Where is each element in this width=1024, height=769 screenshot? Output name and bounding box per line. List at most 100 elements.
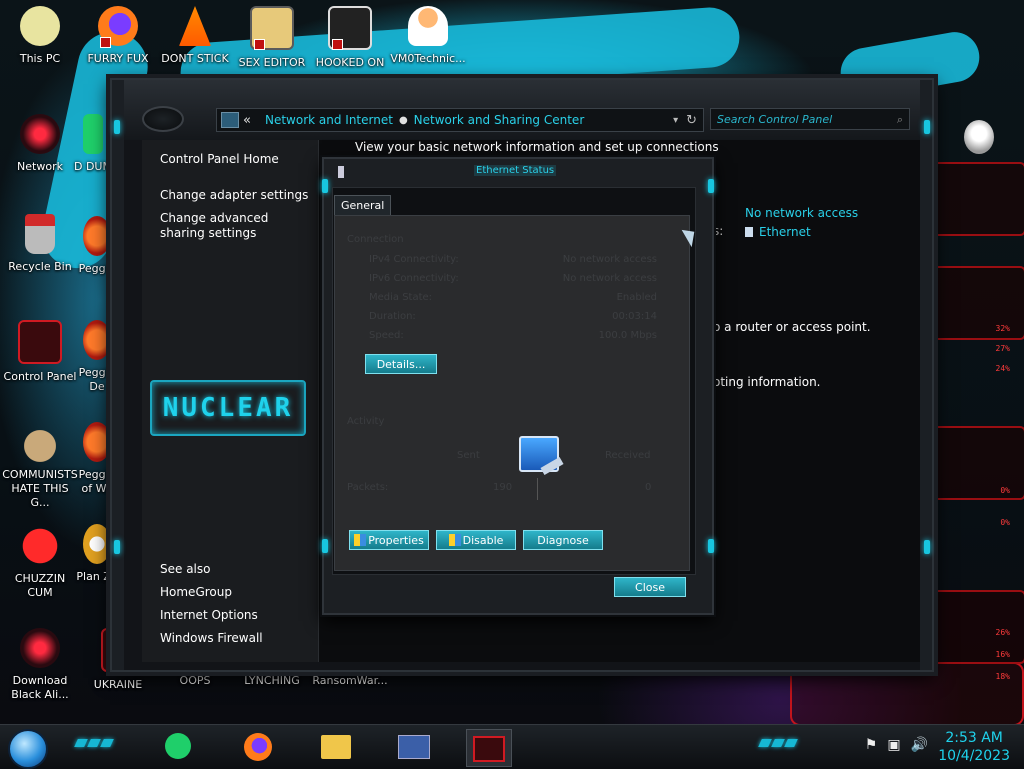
diagnose-button[interactable]: Diagnose xyxy=(523,530,603,550)
frame-led xyxy=(114,120,120,134)
link-internet-options[interactable]: Internet Options xyxy=(160,608,310,623)
desktop-icon-communists[interactable]: COMMUNISTS HATE THIS G... xyxy=(2,422,78,510)
network-orb-icon xyxy=(20,114,60,154)
details-button[interactable]: Details... xyxy=(365,354,437,374)
row-value: 100.0 Mbps xyxy=(598,330,657,341)
row-value: Enabled xyxy=(616,292,657,303)
close-button[interactable]: Close xyxy=(614,577,686,597)
clock-date: 10/4/2023 xyxy=(938,748,1010,764)
desktop-icon-network[interactable]: Network xyxy=(2,114,78,174)
desktop-icon-vm0technic[interactable]: VM0Technic... xyxy=(390,6,466,66)
breadcrumb-network-sharing-center[interactable]: Network and Sharing Center xyxy=(414,113,585,127)
breadcrumb-network-internet[interactable]: Network and Internet xyxy=(265,113,393,127)
activity-group-label: Activity xyxy=(347,416,385,427)
system-tray: ⚑ ▣ 🔊 xyxy=(865,737,928,753)
dialog-icon xyxy=(338,166,344,178)
back-forward-button[interactable] xyxy=(142,106,184,132)
desktop-icon-recycle-bin[interactable]: Recycle Bin xyxy=(2,214,78,274)
desktop-icon-dont-stick[interactable]: DONT STICK xyxy=(157,6,233,66)
gauge-percent: 0% xyxy=(1000,486,1010,495)
sent-label: Sent xyxy=(457,450,480,461)
taskbar-control-panel[interactable] xyxy=(392,729,436,765)
link-change-advanced-sharing[interactable]: Change advanced sharing settings xyxy=(160,211,310,241)
desktop-icon-sex-editor[interactable]: SEX EDITOR xyxy=(234,6,310,70)
refresh-icon[interactable]: ↻ xyxy=(686,113,697,128)
vlc-cone-icon xyxy=(179,6,211,46)
frame-led xyxy=(322,539,328,553)
gauge-panel xyxy=(932,266,1024,340)
dialog-title: Ethernet Status xyxy=(474,165,557,176)
taskbar-file-explorer[interactable] xyxy=(314,729,358,765)
peggle-icon xyxy=(83,320,111,360)
link-windows-firewall[interactable]: Windows Firewall xyxy=(160,631,310,646)
desktop-icon-chuzzin[interactable]: CHUZZIN CUM xyxy=(2,526,78,600)
gauge-percent: 26% xyxy=(995,628,1010,637)
gauge-percent: 18% xyxy=(995,672,1010,681)
chevron-down-icon[interactable]: ▾ xyxy=(673,115,678,126)
packets-sent-value: 190 xyxy=(493,482,513,493)
taskbar-firefox[interactable] xyxy=(236,729,280,765)
desktop-icon-oops[interactable]: OOPS xyxy=(157,674,233,688)
tab-general[interactable]: General xyxy=(334,195,392,216)
frame-led xyxy=(708,179,714,193)
flower-icon xyxy=(83,524,111,564)
link-homegroup[interactable]: HomeGroup xyxy=(160,585,310,600)
ethernet-status-dialog: Ethernet Status General Connection IPv4 … xyxy=(322,157,714,615)
setup-connection-text: o a router or access point. xyxy=(713,320,871,334)
link-change-adapter-settings[interactable]: Change adapter settings xyxy=(160,188,310,203)
clock-time: 2:53 AM xyxy=(945,730,1003,746)
taskbar: ⚑ ▣ 🔊 2:53 AM 10/4/2023 xyxy=(0,724,1024,769)
computer-icon xyxy=(20,6,60,46)
gauge-percent: 16% xyxy=(995,650,1010,659)
doctor-avatar-icon xyxy=(408,6,448,46)
row-ipv6: IPv6 Connectivity: No network access xyxy=(369,273,669,284)
shield-icon xyxy=(448,534,461,546)
desktop-icon-ransomware[interactable]: RansomWar... xyxy=(312,674,388,688)
network-app-icon xyxy=(473,736,505,762)
desktop-icon-download-black-alien[interactable]: Download Black Ali... xyxy=(2,628,78,702)
network-status-icon[interactable]: ▣ xyxy=(887,737,900,753)
connection-ethernet-link[interactable]: Ethernet xyxy=(745,225,811,239)
row-value: 00:03:14 xyxy=(612,311,657,322)
app-icon xyxy=(83,114,103,154)
row-label: Media State: xyxy=(369,292,433,303)
connections-label-fragment: s: xyxy=(713,224,724,238)
desktop-icon-control-panel[interactable]: Control Panel xyxy=(2,320,78,384)
disable-button[interactable]: Disable xyxy=(436,530,516,550)
frame-led xyxy=(708,539,714,553)
search-control-panel-input[interactable]: Search Control Panel ⌕ xyxy=(710,108,910,130)
row-speed: Speed: 100.0 Mbps xyxy=(369,330,669,341)
received-label: Received xyxy=(605,450,651,461)
start-button[interactable] xyxy=(8,729,48,769)
taskbar-network-app[interactable] xyxy=(466,729,512,767)
row-value: No network access xyxy=(562,273,657,284)
address-bar[interactable]: « Network and Internet ● Network and Sha… xyxy=(216,108,704,132)
frame-led xyxy=(924,540,930,554)
control-panel-icon xyxy=(18,320,62,364)
breadcrumb-back-symbol[interactable]: « xyxy=(243,113,251,128)
troubleshoot-text: oting information. xyxy=(713,375,821,389)
clock[interactable]: 2:53 AM 10/4/2023 xyxy=(938,729,1010,765)
control-panel-icon xyxy=(398,735,430,759)
recycle-bin-icon xyxy=(25,214,55,254)
taskbar-decoration xyxy=(74,739,114,751)
frame-led xyxy=(322,179,328,193)
desktop-icon-lynching[interactable]: LYNCHING xyxy=(234,674,310,688)
link-control-panel-home[interactable]: Control Panel Home xyxy=(160,152,310,167)
alien-orb-icon xyxy=(20,628,60,668)
properties-button-label: Properties xyxy=(368,534,424,547)
search-icon[interactable]: ⌕ xyxy=(897,109,903,131)
gauge-percent: 0% xyxy=(1000,518,1010,527)
taskbar-notes-app[interactable] xyxy=(156,729,200,765)
notes-app-icon xyxy=(165,733,191,759)
peggle-icon xyxy=(83,216,111,256)
game-icon xyxy=(328,6,372,50)
properties-button[interactable]: Properties xyxy=(349,530,429,550)
flag-icon[interactable]: ⚑ xyxy=(865,737,878,753)
volume-icon[interactable]: 🔊 xyxy=(911,737,928,753)
desktop-icon-hooked-on[interactable]: HOOKED ON xyxy=(312,6,388,70)
connection-group-label: Connection xyxy=(347,234,404,245)
desktop-icon-this-pc[interactable]: This PC xyxy=(2,6,78,66)
breadcrumb-separator-icon: ● xyxy=(398,114,408,126)
desktop-icon-furry-fux[interactable]: FURRY FUX xyxy=(80,6,156,66)
